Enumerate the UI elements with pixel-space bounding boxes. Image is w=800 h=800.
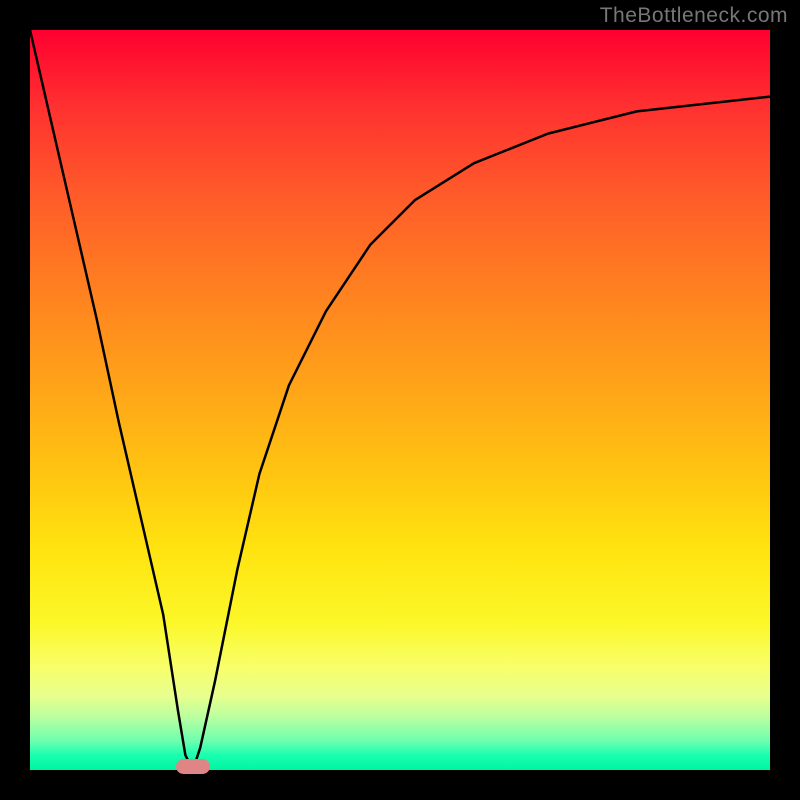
optimal-point-marker — [176, 759, 210, 774]
bottleneck-curve — [30, 30, 770, 770]
watermark-text: TheBottleneck.com — [600, 4, 788, 28]
plot-area — [30, 30, 770, 770]
chart-frame: TheBottleneck.com — [0, 0, 800, 800]
